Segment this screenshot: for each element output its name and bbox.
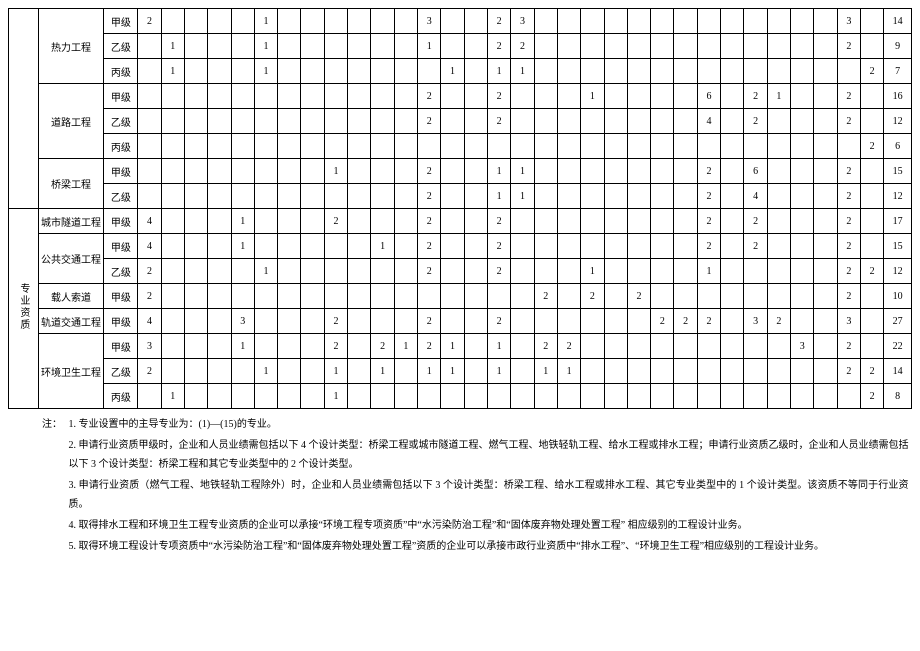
level-cell: 甲级 [104, 84, 138, 109]
level-cell: 乙级 [104, 184, 138, 209]
row-zr-a: 载人索道 甲级 2 22 2 210 [9, 284, 912, 309]
row-hw-c: 丙级 1 1 28 [9, 384, 912, 409]
upper-category-cell [9, 9, 39, 209]
row-hw-b: 乙级 2 11 111 111 2214 [9, 359, 912, 384]
row-gg-b: 乙级 2 1 2 21 1 2212 [9, 259, 912, 284]
level-cell: 丙级 [104, 59, 138, 84]
level-cell: 甲级 [104, 234, 138, 259]
row-dl-c: 丙级 26 [9, 134, 912, 159]
qualification-table: 热力工程 甲级 2 1 3 23 314 乙级 1 1 1 22 29 丙级 1… [8, 8, 912, 409]
row-sd-a: 专业资质 城市隧道工程 甲级 41 2 2 2 2 2 217 [9, 209, 912, 234]
level-cell: 丙级 [104, 384, 138, 409]
row-rl-c: 丙级 1 1 1 11 27 [9, 59, 912, 84]
note-2: 2. 申请行业资质甲级时，企业和人员业绩需包括以下 4 个设计类型：桥梁工程或城… [69, 436, 909, 474]
name-sd: 城市隧道工程 [38, 209, 104, 234]
notes-body: 1. 专业设置中的主导专业为：(1)—(15)的专业。 2. 申请行业资质甲级时… [69, 415, 909, 558]
name-gg: 公共交通工程 [38, 234, 104, 284]
level-cell: 甲级 [104, 284, 138, 309]
row-dl-a: 道路工程 甲级 2 21 6 21 216 [9, 84, 912, 109]
row-dl-b: 乙级 2 2 4 2 212 [9, 109, 912, 134]
notes-label: 注： [8, 415, 66, 434]
level-cell: 乙级 [104, 259, 138, 284]
level-cell: 甲级 [104, 159, 138, 184]
name-ql: 桥梁工程 [38, 159, 104, 209]
note-1: 1. 专业设置中的主导专业为：(1)—(15)的专业。 [69, 415, 909, 434]
name-hw: 环境卫生工程 [38, 334, 104, 409]
level-cell: 乙级 [104, 34, 138, 59]
row-gd-a: 轨道交通工程 甲级 43 2 2 2 222 32 327 [9, 309, 912, 334]
level-cell: 甲级 [104, 9, 138, 34]
name-rl: 热力工程 [38, 9, 104, 84]
level-cell: 甲级 [104, 309, 138, 334]
row-gg-a: 公共交通工程 甲级 41 12 2 2 2 215 [9, 234, 912, 259]
level-cell: 丙级 [104, 134, 138, 159]
category-pro: 专业资质 [9, 209, 39, 409]
row-rl-a: 热力工程 甲级 2 1 3 23 314 [9, 9, 912, 34]
note-3: 3. 申请行业资质（燃气工程、地铁轻轨工程除外）时，企业和人员业绩需包括以下 3… [69, 476, 909, 514]
row-ql-a: 桥梁工程 甲级 1 2 11 2 6 215 [9, 159, 912, 184]
row-ql-b: 乙级 2 11 2 4 212 [9, 184, 912, 209]
name-zr: 载人索道 [38, 284, 104, 309]
name-gd: 轨道交通工程 [38, 309, 104, 334]
note-5: 5. 取得环境工程设计专项资质中“水污染防治工程”和“固体废弃物处理处置工程”资… [69, 537, 909, 556]
row-rl-b: 乙级 1 1 1 22 29 [9, 34, 912, 59]
level-cell: 乙级 [104, 359, 138, 384]
level-cell: 甲级 [104, 209, 138, 234]
level-cell: 乙级 [104, 109, 138, 134]
note-4: 4. 取得排水工程和环境卫生工程专业资质的企业可以承接“环境工程专项资质”中“水… [69, 516, 909, 535]
name-dl: 道路工程 [38, 84, 104, 159]
footnotes: 注： 1. 专业设置中的主导专业为：(1)—(15)的专业。 2. 申请行业资质… [8, 415, 912, 558]
row-hw-a: 环境卫生工程 甲级 31 2 2121 122 3 222 [9, 334, 912, 359]
level-cell: 甲级 [104, 334, 138, 359]
